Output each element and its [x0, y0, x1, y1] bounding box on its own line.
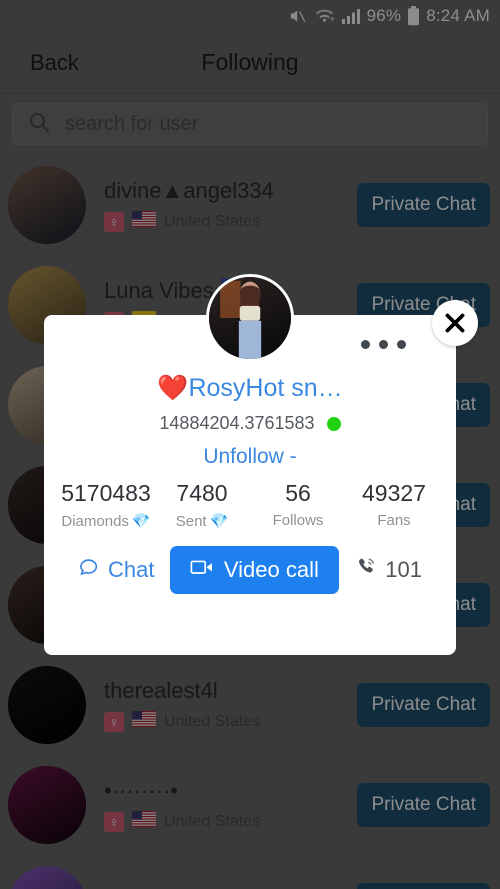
- video-call-button[interactable]: Video call: [169, 546, 339, 594]
- diamond-icon: 💎: [209, 513, 229, 530]
- stat-value: 7480: [176, 480, 228, 506]
- online-status-indicator: [326, 416, 341, 431]
- profile-stat[interactable]: 56 Follows: [250, 480, 346, 530]
- profile-stat[interactable]: 49327 Fans: [346, 480, 442, 530]
- chat-button-label: Chat: [108, 557, 155, 582]
- stat-label-text: Sent: [175, 512, 207, 530]
- profile-user-id: 14884204.3761583: [159, 413, 315, 433]
- profile-avatar[interactable]: [206, 274, 294, 362]
- stat-label-text: Diamonds: [61, 512, 129, 530]
- profile-display-name: ❤️RosyHot sn…: [157, 374, 343, 402]
- stat-label: Sent 💎: [154, 512, 250, 531]
- profile-id-row: 14884204.3761583: [44, 413, 456, 434]
- more-options-icon[interactable]: [361, 340, 406, 349]
- profile-stat[interactable]: 5170483 Diamonds 💎: [58, 480, 154, 530]
- profile-actions-row: Chat Video call 101: [44, 546, 456, 594]
- stat-value: 56: [285, 480, 311, 506]
- stat-label-text: Fans: [377, 512, 411, 529]
- call-count-group[interactable]: 101: [354, 556, 422, 584]
- stat-label: Follows: [250, 512, 346, 529]
- profile-stat[interactable]: 7480 Sent 💎: [154, 480, 250, 530]
- stat-label: Diamonds 💎: [58, 512, 154, 531]
- stat-label-text: Follows: [272, 512, 324, 529]
- profile-stats-row: 5170483 Diamonds 💎 7480 Sent 💎 56 Follows 49327 F…: [44, 480, 456, 530]
- unfollow-button[interactable]: Unfollow -: [44, 445, 456, 469]
- call-count-label: 101: [385, 557, 422, 582]
- diamond-icon: 💎: [131, 513, 151, 530]
- phone-signal-icon: [354, 556, 378, 584]
- stat-label: Fans: [346, 512, 442, 529]
- app-root: + 96% 8:24 AM Back Following search for …: [0, 0, 500, 889]
- close-button[interactable]: [432, 300, 478, 346]
- chat-bubble-icon: [78, 556, 100, 584]
- chat-button[interactable]: Chat: [78, 556, 154, 584]
- profile-popup-dialog: ❤️RosyHot sn… 14884204.3761583 Unfollow …: [44, 274, 456, 655]
- video-camera-icon: [190, 557, 214, 583]
- stat-value: 49327: [362, 480, 426, 506]
- stat-value: 5170483: [61, 480, 151, 506]
- video-call-button-label: Video call: [223, 557, 319, 582]
